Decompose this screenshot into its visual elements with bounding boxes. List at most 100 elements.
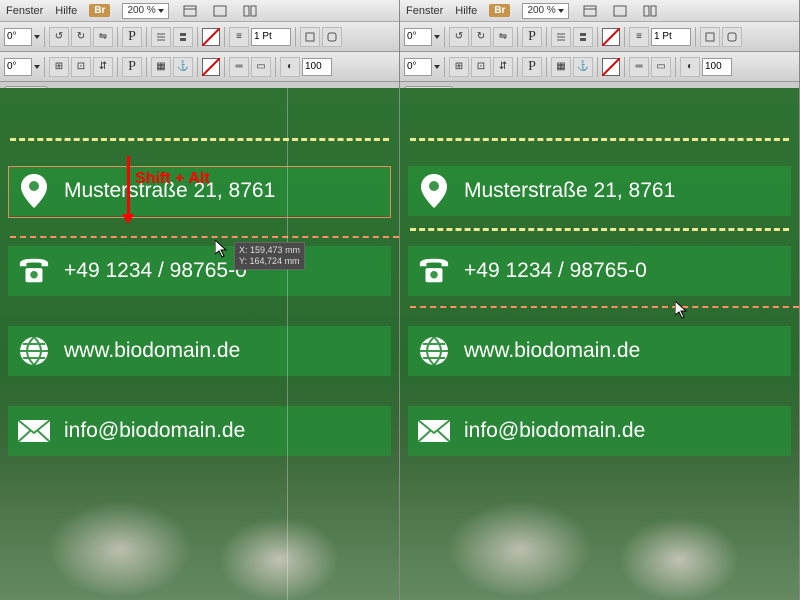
chevron-down-icon xyxy=(158,9,164,13)
rotate-cw-icon[interactable]: ↻ xyxy=(71,27,91,47)
tool-icon-2[interactable]: ⊡ xyxy=(71,57,91,77)
phone-bar: +49 1234 / 98765-0 xyxy=(8,246,391,296)
flip-h-icon[interactable]: ⇋ xyxy=(93,27,113,47)
wrap-icon[interactable]: ▦ xyxy=(551,57,571,77)
angle-input-2[interactable] xyxy=(4,58,32,76)
zoom-value: 200 % xyxy=(527,5,555,16)
website-text: www.biodomain.de xyxy=(64,339,240,363)
fx-icon[interactable] xyxy=(700,27,720,47)
corner-icon[interactable] xyxy=(722,27,742,47)
zoom-select[interactable]: 200 % xyxy=(122,3,168,19)
tool-icon-2[interactable]: ⊡ xyxy=(471,57,491,77)
menu-window[interactable]: Fenster xyxy=(406,5,443,17)
phone-bar: +49 1234 / 98765-0 xyxy=(408,246,791,296)
email-text: info@biodomain.de xyxy=(64,419,245,443)
left-pane: Fenster Hilfe Br 200 % ↺ ↻ ⇋ P ≡ xyxy=(0,0,400,600)
fill-swatch[interactable] xyxy=(202,28,220,46)
corner-icon[interactable] xyxy=(322,27,342,47)
menu-window[interactable]: Fenster xyxy=(6,5,43,17)
opacity-input[interactable] xyxy=(302,58,332,76)
screen-mode-icon[interactable] xyxy=(611,2,629,20)
stroke-weight-input[interactable] xyxy=(651,28,691,46)
wrap-icon[interactable]: ▦ xyxy=(151,57,171,77)
canvas-right[interactable]: Musterstraße 21, 8761 +49 1234 / 98765-0… xyxy=(400,88,799,600)
phone-icon xyxy=(418,255,450,287)
toolbar-row-2: ⊞ ⊡ ⇵ P ▦ ⚓ ═ ▭ ◐ xyxy=(400,52,799,82)
stroke-align-icon[interactable]: ▭ xyxy=(251,57,271,77)
blend-icon[interactable]: ◐ xyxy=(680,57,700,77)
website-bar: www.biodomain.de xyxy=(408,326,791,376)
website-bar: www.biodomain.de xyxy=(8,326,391,376)
bridge-button[interactable]: Br xyxy=(489,4,510,17)
rotate-ccw-icon[interactable]: ↺ xyxy=(449,27,469,47)
rotate-cw-icon[interactable]: ↻ xyxy=(471,27,491,47)
email-bar: info@biodomain.de xyxy=(408,406,791,456)
anchor-icon[interactable]: ⚓ xyxy=(573,57,593,77)
arrange-icon[interactable] xyxy=(641,2,659,20)
rotate-ccw-icon[interactable]: ↺ xyxy=(49,27,69,47)
stroke-type-icon[interactable]: ═ xyxy=(229,57,249,77)
cursor-icon xyxy=(675,301,689,319)
blend-icon[interactable]: ◐ xyxy=(280,57,300,77)
globe-icon xyxy=(18,335,50,367)
view-mode-icon[interactable] xyxy=(181,2,199,20)
chevron-down-icon xyxy=(34,65,40,69)
toolbar-row-1: ↺ ↻ ⇋ P ≡ xyxy=(400,22,799,52)
canvas-left[interactable]: Musterstraße 21, 8761 +49 1234 / 98765-0… xyxy=(0,88,399,600)
zoom-select[interactable]: 200 % xyxy=(522,3,568,19)
globe-icon xyxy=(418,335,450,367)
distribute-icon[interactable] xyxy=(573,27,593,47)
paragraph-icon-2[interactable]: P xyxy=(522,57,542,77)
phone-text: +49 1234 / 98765-0 xyxy=(64,259,247,283)
stroke-align-icon[interactable]: ▭ xyxy=(651,57,671,77)
paragraph-icon[interactable]: P xyxy=(122,27,142,47)
flip-v-icon[interactable]: ⇵ xyxy=(493,57,513,77)
menu-help[interactable]: Hilfe xyxy=(55,5,77,17)
dashed-separator-2 xyxy=(410,228,789,231)
tool-icon-1[interactable]: ⊞ xyxy=(49,57,69,77)
anchor-icon[interactable]: ⚓ xyxy=(173,57,193,77)
view-mode-icon[interactable] xyxy=(581,2,599,20)
paragraph-icon[interactable]: P xyxy=(522,27,542,47)
menu-bar: Fenster Hilfe Br 200 % xyxy=(400,0,799,22)
arrange-icon[interactable] xyxy=(241,2,259,20)
pin-icon xyxy=(418,175,450,207)
stroke-weight-input[interactable] xyxy=(251,28,291,46)
align-icon[interactable] xyxy=(551,27,571,47)
stroke-swatch[interactable] xyxy=(202,58,220,76)
opacity-input[interactable] xyxy=(702,58,732,76)
angle-input-1[interactable] xyxy=(404,28,432,46)
screen-mode-icon[interactable] xyxy=(211,2,229,20)
dashed-separator-1 xyxy=(410,138,789,141)
stroke-style-icon[interactable]: ≡ xyxy=(229,27,249,47)
distribute-icon[interactable] xyxy=(173,27,193,47)
paragraph-icon-2[interactable]: P xyxy=(122,57,142,77)
align-icon[interactable] xyxy=(151,27,171,47)
menu-help[interactable]: Hilfe xyxy=(455,5,477,17)
email-bar: info@biodomain.de xyxy=(8,406,391,456)
angle-input-2[interactable] xyxy=(404,58,432,76)
angle-input-1[interactable] xyxy=(4,28,32,46)
chevron-down-icon xyxy=(434,35,440,39)
flip-h-icon[interactable]: ⇋ xyxy=(493,27,513,47)
cursor-icon xyxy=(215,240,229,258)
vertical-guide xyxy=(287,88,288,600)
dashed-separator xyxy=(10,138,389,141)
flip-v-icon[interactable]: ⇵ xyxy=(93,57,113,77)
right-pane: Fenster Hilfe Br 200 % ↺ ↻ ⇋ P ≡ xyxy=(400,0,800,600)
tool-icon-1[interactable]: ⊞ xyxy=(449,57,469,77)
chevron-down-icon xyxy=(558,9,564,13)
toolbar-row-1: ↺ ↻ ⇋ P ≡ xyxy=(0,22,399,52)
fill-swatch[interactable] xyxy=(602,28,620,46)
bridge-button[interactable]: Br xyxy=(89,4,110,17)
toolbar-row-2: ⊞ ⊡ ⇵ P ▦ ⚓ ═ ▭ ◐ xyxy=(0,52,399,82)
address-text: Musterstraße 21, 8761 xyxy=(464,179,675,203)
stroke-type-icon[interactable]: ═ xyxy=(629,57,649,77)
stroke-swatch[interactable] xyxy=(602,58,620,76)
chevron-down-icon xyxy=(434,65,440,69)
zoom-value: 200 % xyxy=(127,5,155,16)
address-bar: Musterstraße 21, 8761 xyxy=(408,166,791,216)
fx-icon[interactable] xyxy=(300,27,320,47)
website-text: www.biodomain.de xyxy=(464,339,640,363)
stroke-style-icon[interactable]: ≡ xyxy=(629,27,649,47)
